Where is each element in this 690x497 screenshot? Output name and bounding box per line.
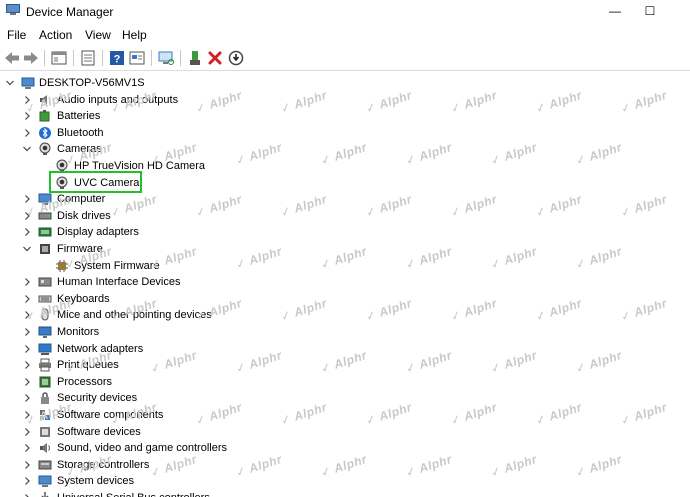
chevron-down-icon[interactable] xyxy=(22,241,32,257)
device-category-label: Universal Serial Bus controllers xyxy=(57,490,210,497)
chevron-right-icon[interactable] xyxy=(22,291,32,307)
update-driver-icon[interactable] xyxy=(186,49,204,67)
device-category-software-devices[interactable]: Software devices xyxy=(0,424,330,440)
uninstall-device-icon[interactable] xyxy=(206,49,224,67)
camera-icon xyxy=(39,142,51,156)
device-category-label: Software devices xyxy=(57,425,141,438)
highlight-box xyxy=(49,171,142,193)
chevron-right-icon[interactable] xyxy=(22,357,32,373)
menu-action[interactable]: Action xyxy=(39,28,72,42)
storage-icon xyxy=(38,460,52,470)
sound-icon xyxy=(40,443,50,454)
chevron-right-icon[interactable] xyxy=(22,341,32,357)
properties-icon[interactable] xyxy=(79,49,97,67)
help-icon[interactable]: ? xyxy=(108,49,126,67)
svg-text:?: ? xyxy=(114,54,121,66)
menu-bar: File Action View Help xyxy=(0,26,690,44)
chevron-right-icon[interactable] xyxy=(22,125,32,141)
device-category-monitors[interactable]: Monitors xyxy=(0,324,330,340)
network-icon xyxy=(38,343,52,355)
chevron-right-icon[interactable] xyxy=(22,490,32,497)
monitor-icon xyxy=(38,326,52,338)
chevron-right-icon[interactable] xyxy=(22,457,32,473)
device-tree[interactable]: DESKTOP-V56MV1S Audio inputs and outputs… xyxy=(0,71,690,497)
device-category-label: Disk drives xyxy=(57,209,111,222)
firmware-icon xyxy=(40,244,50,254)
system-icon xyxy=(38,475,52,488)
chevron-down-icon[interactable] xyxy=(5,75,15,91)
device-category-bluetooth[interactable]: Bluetooth xyxy=(0,125,330,141)
forward-icon[interactable] xyxy=(22,49,40,67)
menu-help[interactable]: Help xyxy=(122,28,147,42)
scan-hardware-icon[interactable] xyxy=(157,49,175,67)
toolbar: ? xyxy=(0,46,690,71)
chevron-right-icon[interactable] xyxy=(22,374,32,390)
bluetooth-icon xyxy=(39,126,51,139)
chevron-right-icon[interactable] xyxy=(22,324,32,340)
menu-file[interactable]: File xyxy=(7,28,26,42)
back-icon[interactable] xyxy=(3,49,21,67)
device-category-label: Monitors xyxy=(57,326,100,338)
computer-icon xyxy=(21,77,35,89)
root-label: DESKTOP-V56MV1S xyxy=(39,77,145,89)
device-category-label: Human Interface Devices xyxy=(57,276,181,289)
minimize-button[interactable]: — xyxy=(600,0,630,22)
chevron-right-icon[interactable] xyxy=(22,473,32,489)
chevron-right-icon[interactable] xyxy=(22,224,32,240)
maximize-button[interactable]: ☐ xyxy=(635,0,665,22)
disable-device-icon[interactable] xyxy=(227,49,245,67)
device-category-label: Sound, video and game controllers xyxy=(57,442,227,455)
hid-icon xyxy=(38,277,52,287)
window-title: Device Manager xyxy=(26,5,114,19)
device-category-batteries[interactable]: Batteries xyxy=(0,108,330,124)
chevron-right-icon[interactable] xyxy=(22,440,32,456)
device-category-display-adapters[interactable]: Display adapters xyxy=(0,224,330,240)
device-category-universal-serial-bus-controllers[interactable]: Universal Serial Bus controllers xyxy=(0,490,330,497)
view-details-icon[interactable] xyxy=(128,49,146,67)
menu-view[interactable]: View xyxy=(85,28,111,42)
device-category-label: Processors xyxy=(57,375,113,388)
device-category-label: Batteries xyxy=(57,110,101,123)
printer-icon xyxy=(39,358,51,372)
chevron-down-icon[interactable] xyxy=(22,141,32,157)
title-bar: Device Manager — ☐ xyxy=(0,0,690,24)
display-icon xyxy=(38,227,52,237)
device-category-label: Display adapters xyxy=(57,226,139,239)
properties-pane-icon[interactable] xyxy=(50,49,68,67)
chevron-right-icon[interactable] xyxy=(22,274,32,290)
chevron-right-icon[interactable] xyxy=(22,390,32,406)
device-category-processors[interactable]: Processors xyxy=(0,374,330,390)
processor-icon xyxy=(39,376,51,388)
software-device-icon xyxy=(40,426,50,437)
usb-icon xyxy=(41,492,49,497)
security-icon xyxy=(41,392,49,405)
device-category-human-interface-devices[interactable]: Human Interface Devices xyxy=(0,274,330,290)
device-manager-icon xyxy=(6,4,20,15)
device-category-security-devices[interactable]: Security devices xyxy=(0,390,330,406)
device-category-label: Bluetooth xyxy=(57,126,104,139)
